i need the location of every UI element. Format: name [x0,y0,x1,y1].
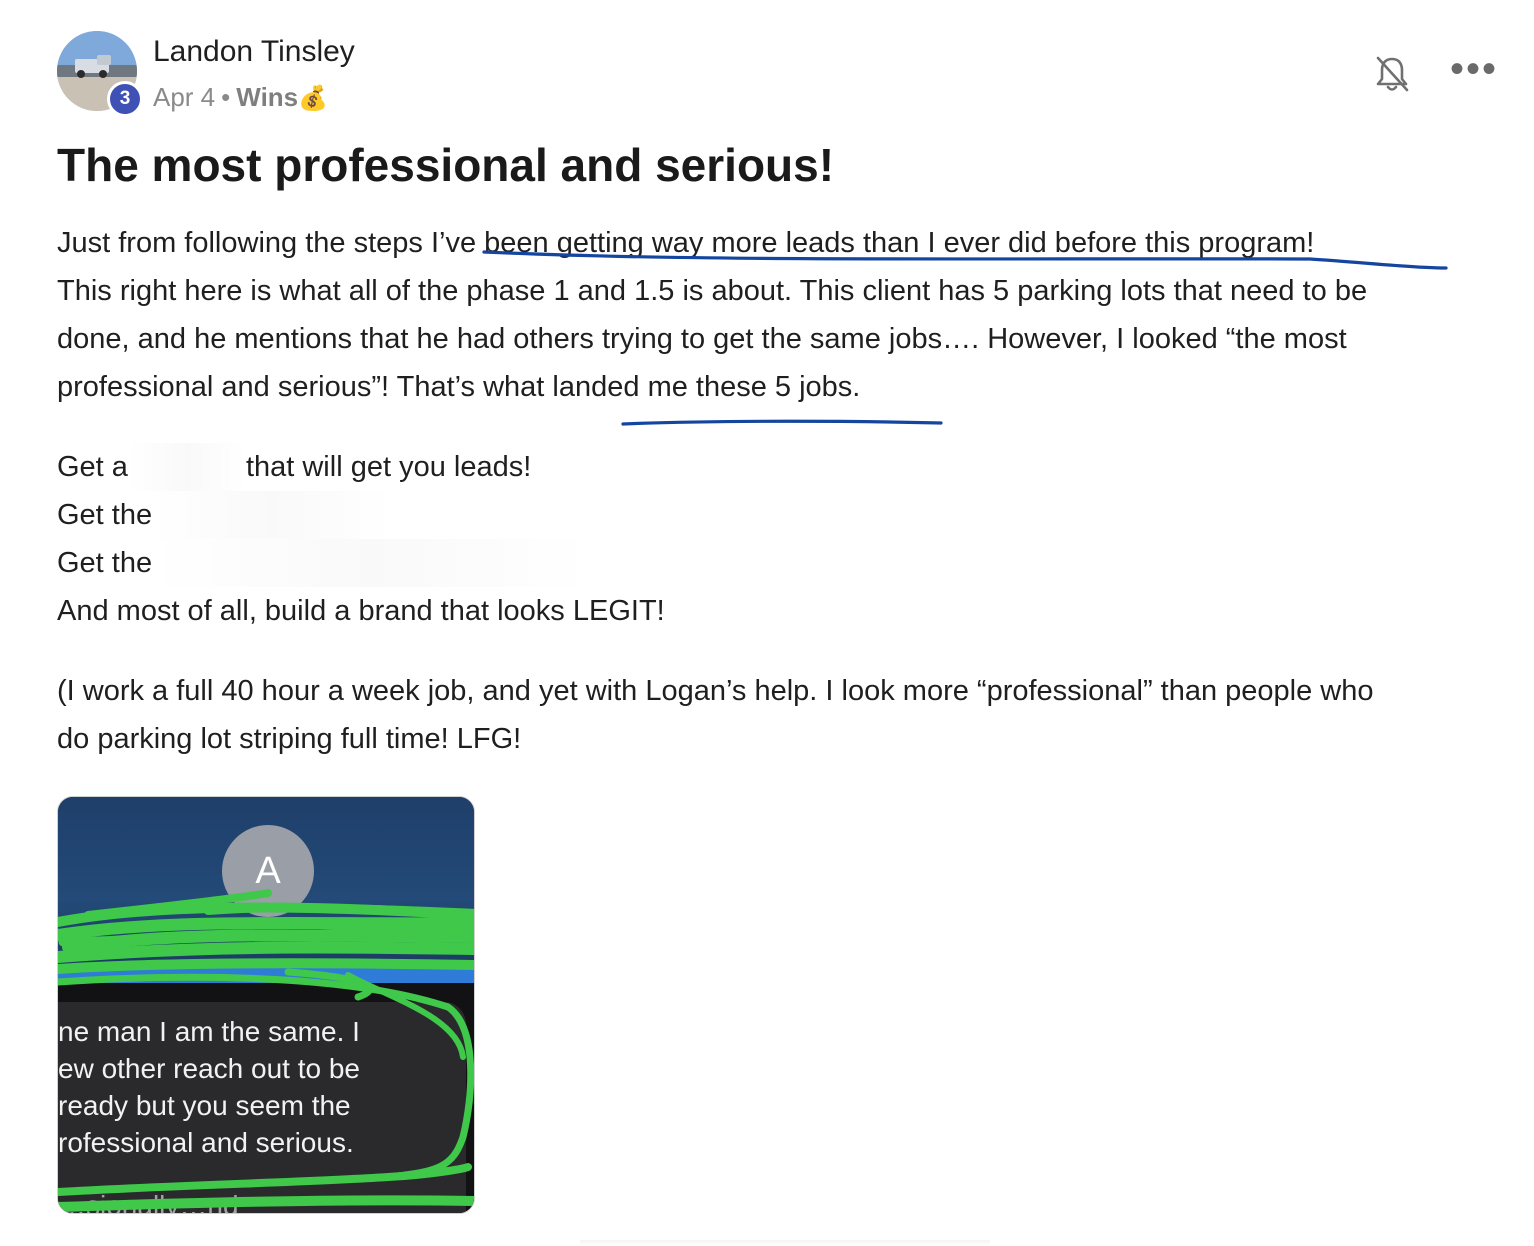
paragraph-2-line-2: Get the [57,491,1517,539]
paragraph-1: Just from following the steps I’ve been … [57,219,1517,411]
paragraph-3-line-2: do parking lot striping full time! LFG! [57,723,522,755]
underline-stroke-2 [621,419,943,426]
redacted-text [127,443,246,491]
post-meta: Apr 4 • Wins💰 [153,82,328,113]
line-1-start: Get a [57,451,128,483]
paragraph-2-line-1: Get a that will get you leads! [57,443,1517,491]
paragraph-1-line-4: professional and serious”! That’s what l… [57,371,861,403]
paragraph-2: Get a that will get you leads! Get the G… [57,443,1517,635]
bell-off-icon [1376,56,1409,92]
green-scribble [58,889,474,1212]
post-title: The most professional and serious! [57,139,835,191]
paragraph-1-line-2: This right here is what all of the phase… [57,275,1368,307]
redacted-text [152,539,593,587]
line-2-start: Get the [57,499,153,531]
paragraph-1-line-3: done, and he mentions that he had others… [57,323,1347,355]
paragraph-2-line-3: Get the [57,539,1517,587]
attachment-image[interactable]: A ne man I am the same. I ew other reach… [57,796,475,1214]
paragraph-1-line-1: Just from following the steps I’ve been … [57,227,1315,259]
redacted-text [152,491,393,539]
line-3-start: Get the [57,547,153,579]
paragraph-3-line-1: (I work a full 40 hour a week job, and y… [57,675,1374,707]
meta-separator: • [221,82,231,112]
post-date: Apr 4 [153,82,216,112]
more-options-button[interactable]: ••• [1450,49,1496,89]
level-badge: 3 [107,81,143,117]
author-name[interactable]: Landon Tinsley [153,35,355,69]
line-1-end: that will get you leads! [245,451,532,483]
paragraph-3: (I work a full 40 hour a week job, and y… [57,667,1517,763]
paragraph-2-line-4: And most of all, build a brand that look… [57,595,665,627]
notifications-off-button[interactable] [1370,52,1414,96]
bottom-divider [580,1240,990,1246]
post-category[interactable]: Wins [236,82,298,112]
money-bag-icon: 💰 [298,85,329,112]
